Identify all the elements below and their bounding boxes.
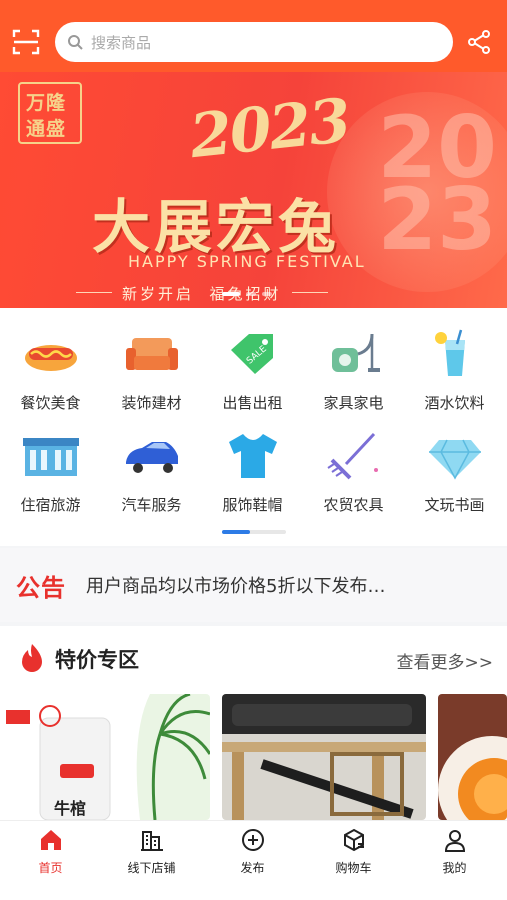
- shirt-icon: [228, 433, 277, 478]
- guzheng-product-image[interactable]: [222, 694, 426, 820]
- special-title: 特价专区: [55, 648, 139, 672]
- category-hotel-travel[interactable]: 住宿旅游: [0, 430, 101, 515]
- category-apparel[interactable]: 服饰鞋帽: [202, 430, 303, 515]
- food-product-image[interactable]: [438, 694, 507, 820]
- bottom-tab-bar: 首页 线下店铺 发布 购物车 我的: [0, 820, 507, 900]
- category-sale-rent[interactable]: SALE 出售出租: [202, 328, 303, 413]
- tab-publish[interactable]: 发布: [202, 827, 303, 876]
- user-icon: [444, 830, 465, 852]
- category-decoration[interactable]: 装饰建材: [101, 328, 202, 413]
- notice-bar[interactable]: 公告 用户商品均以市场价格5折以下发布…: [0, 548, 507, 622]
- scan-icon[interactable]: [12, 28, 40, 56]
- diamond-icon: [428, 439, 481, 480]
- special-offer-section: 特价专区 查看更多>> 牛棺: [0, 626, 507, 820]
- milk-product-illustration: 牛棺: [0, 694, 210, 820]
- category-car-service[interactable]: 汽车服务: [101, 430, 202, 515]
- car-icon: [125, 442, 178, 473]
- tab-home[interactable]: 首页: [0, 827, 101, 876]
- sofa-icon: [125, 338, 178, 370]
- store-icon: [140, 831, 163, 851]
- category-antiques-art[interactable]: 文玩书画: [404, 430, 505, 515]
- banner-indicator: [222, 292, 272, 296]
- milk-product-image[interactable]: 牛棺: [0, 694, 210, 820]
- brand-logo: 万隆 通盛: [18, 82, 82, 144]
- banner-year: 2023: [186, 85, 353, 173]
- home-icon: [40, 830, 61, 850]
- banner-english-text: HAPPY SPRING FESTIVAL: [128, 252, 366, 271]
- share-icon[interactable]: [466, 29, 492, 55]
- milk-product-label: 牛棺: [54, 799, 86, 818]
- plus-circle-icon: [241, 829, 264, 851]
- guzheng-product-illustration: [222, 694, 426, 820]
- category-drinks[interactable]: 酒水饮料: [404, 328, 505, 413]
- category-furniture[interactable]: 家具家电: [303, 328, 404, 413]
- notice-text: 用户商品均以市场价格5折以下发布…: [86, 576, 386, 597]
- special-header: 特价专区 查看更多>>: [0, 626, 507, 692]
- search-input[interactable]: 搜索商品: [55, 22, 453, 62]
- notice-tag: 公告: [16, 572, 66, 602]
- food-product-illustration: [438, 694, 507, 820]
- category-grid: 餐饮美食 装饰建材 SALE 出售出租 家具家电 酒水饮料 住宿旅游 汽车服务 …: [0, 308, 507, 546]
- search-icon: [68, 35, 83, 50]
- category-food[interactable]: 餐饮美食: [0, 328, 101, 413]
- top-bar: 搜索商品: [0, 0, 507, 72]
- category-pager-thumb: [222, 530, 250, 534]
- search-placeholder: 搜索商品: [91, 33, 152, 52]
- rake-icon: [326, 432, 378, 480]
- promo-banner[interactable]: 20 23 万隆 通盛 2023 大展宏兔 HAPPY SPRING FESTI…: [0, 72, 507, 308]
- drink-icon: [434, 329, 465, 376]
- category-farm-tools[interactable]: 农贸农具: [303, 430, 404, 515]
- hotdog-icon: [24, 345, 77, 371]
- hotel-icon: [22, 438, 79, 476]
- banner-deco-digits: 20 23: [377, 98, 497, 270]
- cart-box-icon: [343, 828, 364, 852]
- sale-tag-icon: SALE: [230, 334, 273, 374]
- banner-dot: [262, 292, 272, 296]
- banner-dot: [246, 292, 256, 296]
- category-pager: [222, 530, 286, 534]
- banner-dot-active: [222, 292, 240, 296]
- tab-offline-store[interactable]: 线下店铺: [101, 827, 202, 876]
- fire-icon: [22, 644, 42, 672]
- vacuum-icon: [331, 333, 380, 372]
- tab-cart[interactable]: 购物车: [303, 827, 404, 876]
- view-more-link[interactable]: 查看更多>>: [397, 648, 494, 673]
- tab-mine[interactable]: 我的: [404, 827, 505, 876]
